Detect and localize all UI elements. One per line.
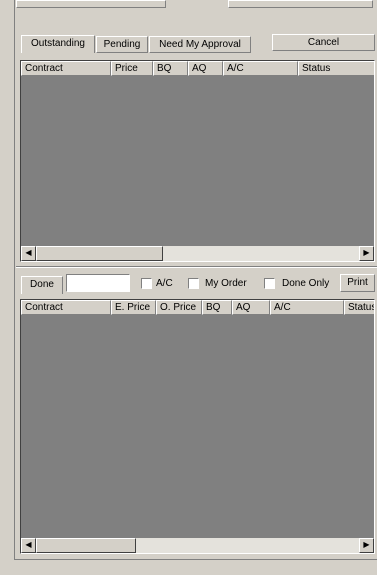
column-header-o-price[interactable]: O. Price <box>156 300 202 315</box>
done-table[interactable]: Contract E. Price O. Price BQ AQ A/C Sta… <box>20 299 375 554</box>
ac-checkbox[interactable] <box>141 278 152 289</box>
ac-checkbox-label: A/C <box>156 278 173 289</box>
column-header-status[interactable]: Status <box>344 300 374 315</box>
top-panel-left <box>16 0 166 8</box>
column-header-bq[interactable]: BQ <box>153 61 188 76</box>
horizontal-scrollbar[interactable]: ◀ ▶ <box>21 538 374 553</box>
column-header-status[interactable]: Status <box>298 61 374 76</box>
done-only-checkbox[interactable] <box>264 278 275 289</box>
table-header: Contract Price BQ AQ A/C Status <box>21 61 374 76</box>
horizontal-scrollbar[interactable]: ◀ ▶ <box>21 246 374 261</box>
window-frame-left <box>14 0 15 560</box>
cancel-button[interactable]: Cancel <box>272 34 375 51</box>
scroll-thumb[interactable] <box>36 538 136 553</box>
column-header-e-price[interactable]: E. Price <box>111 300 156 315</box>
column-header-aq[interactable]: AQ <box>188 61 223 76</box>
arrow-left-icon[interactable]: ◀ <box>21 538 36 553</box>
column-header-price[interactable]: Price <box>111 61 153 76</box>
arrow-left-icon[interactable]: ◀ <box>21 246 36 261</box>
top-panel-right <box>228 0 373 8</box>
tab-done[interactable]: Done <box>21 276 63 294</box>
column-header-ac[interactable]: A/C <box>270 300 344 315</box>
column-header-contract[interactable]: Contract <box>21 61 111 76</box>
scroll-thumb[interactable] <box>36 246 163 261</box>
done-only-checkbox-label: Done Only <box>282 278 330 289</box>
tab-need-my-approval[interactable]: Need My Approval <box>149 36 251 53</box>
arrow-right-icon[interactable]: ▶ <box>359 538 374 553</box>
arrow-right-icon[interactable]: ▶ <box>359 246 374 261</box>
window-frame-bottom <box>14 559 377 560</box>
my-order-checkbox[interactable] <box>188 278 199 289</box>
section-divider[interactable] <box>16 266 377 268</box>
my-order-checkbox-label: My Order <box>205 278 247 289</box>
column-header-ac[interactable]: A/C <box>223 61 298 76</box>
outstanding-table[interactable]: Contract Price BQ AQ A/C Status ◀ ▶ <box>20 60 375 262</box>
tab-pending[interactable]: Pending <box>96 36 148 53</box>
search-input[interactable] <box>66 274 130 292</box>
column-header-bq[interactable]: BQ <box>202 300 232 315</box>
column-header-contract[interactable]: Contract <box>21 300 111 315</box>
table-header: Contract E. Price O. Price BQ AQ A/C Sta… <box>21 300 374 315</box>
print-button[interactable]: Print <box>340 274 375 292</box>
column-header-aq[interactable]: AQ <box>232 300 270 315</box>
tab-outstanding[interactable]: Outstanding <box>21 35 95 53</box>
